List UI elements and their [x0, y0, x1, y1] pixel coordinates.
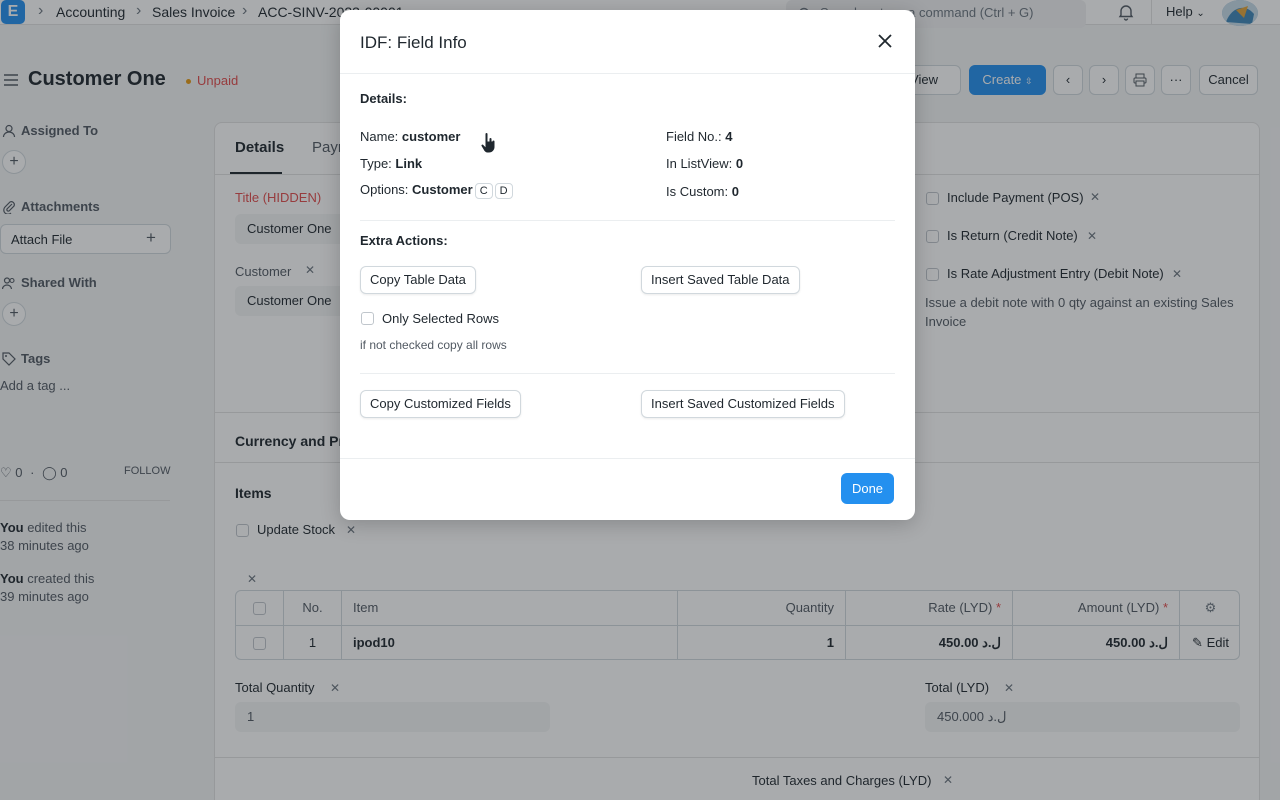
copy-customized-fields-button[interactable]: Copy Customized Fields: [360, 390, 521, 418]
options-badge-c[interactable]: C: [474, 183, 493, 199]
field-name-value: customer: [401, 129, 461, 144]
field-name-row: Name: customer: [360, 129, 460, 144]
insert-saved-customized-fields-button[interactable]: Insert Saved Customized Fields: [641, 390, 845, 418]
field-type-row: Type: Link: [360, 156, 422, 171]
close-icon[interactable]: [871, 27, 899, 55]
insert-saved-table-data-button[interactable]: Insert Saved Table Data: [641, 266, 800, 294]
field-name-label: Name:: [360, 129, 402, 144]
field-no-value: 4: [725, 129, 733, 144]
section-divider: [360, 220, 895, 221]
in-listview-value: 0: [735, 156, 744, 171]
done-button[interactable]: Done: [841, 473, 894, 504]
field-no-label: Field No.:: [666, 129, 726, 144]
is-custom-value: 0: [731, 184, 739, 199]
field-options-row: Options: Customer C D: [360, 182, 513, 199]
field-options-value: Customer: [412, 182, 473, 197]
is-custom-row: Is Custom: 0: [666, 184, 739, 199]
field-no-row: Field No.: 4: [666, 129, 732, 144]
dialog-title: IDF: Field Info: [360, 33, 467, 52]
is-custom-label: Is Custom:: [666, 184, 732, 199]
section-divider: [360, 373, 895, 374]
in-listview-label: In ListView:: [666, 156, 736, 171]
copy-table-data-button[interactable]: Copy Table Data: [360, 266, 476, 294]
only-selected-rows-label: Only Selected Rows: [382, 311, 500, 326]
details-heading: Details:: [360, 91, 407, 106]
dialog-footer-divider: [340, 458, 915, 459]
in-listview-row: In ListView: 0: [666, 156, 743, 171]
hand-cursor-icon: [480, 132, 496, 154]
options-badge-d[interactable]: D: [494, 183, 513, 199]
field-type-value: Link: [395, 156, 423, 171]
extra-actions-heading: Extra Actions:: [360, 233, 448, 248]
field-info-dialog: IDF: Field Info Details: Name: customer …: [340, 10, 915, 520]
field-type-label: Type:: [360, 156, 396, 171]
only-selected-rows-checkbox[interactable]: [361, 312, 374, 325]
copy-hint: if not checked copy all rows: [360, 338, 507, 352]
field-options-label: Options:: [360, 182, 413, 197]
dialog-header-divider: [340, 73, 915, 74]
